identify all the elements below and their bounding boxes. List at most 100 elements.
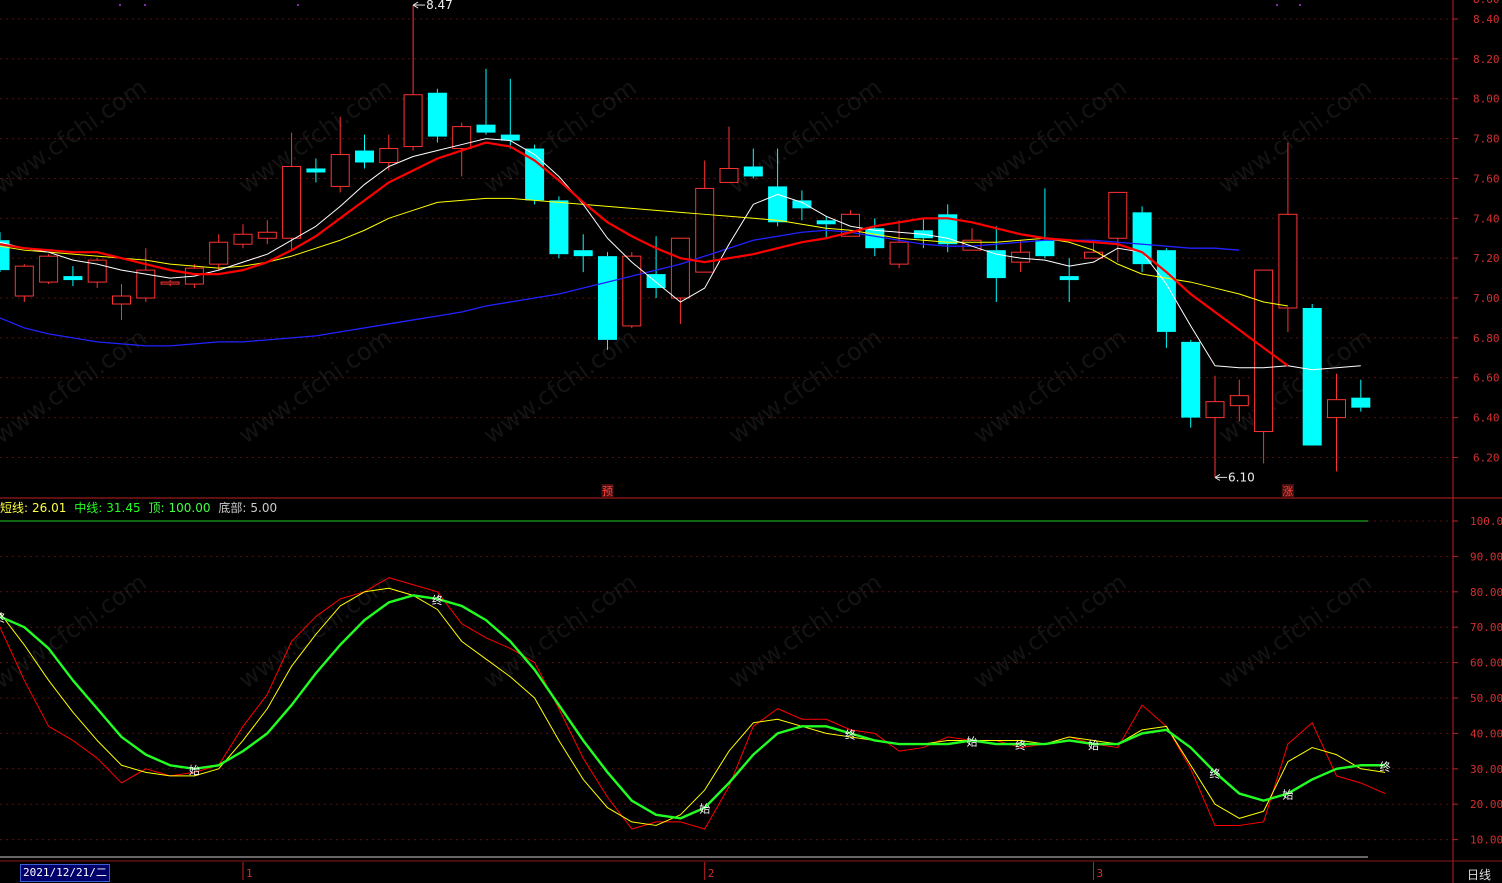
candle-body[interactable] — [573, 250, 593, 257]
price-tick-label: 8.40 — [1473, 13, 1500, 26]
candle-body[interactable] — [1278, 213, 1298, 309]
indicator-signal-marker: 始 — [1088, 738, 1099, 752]
short-line-label: 短线: — [0, 501, 29, 515]
watermark-text: www.cfchi.com — [233, 73, 396, 199]
watermark-text: www.cfchi.com — [723, 73, 886, 199]
cursor-date: 2021/12/21/二 — [20, 864, 110, 882]
indicator-tick-label: 100.00 — [1470, 515, 1502, 528]
indicator-signal-marker: 终 — [1380, 759, 1391, 773]
candle-body[interactable] — [282, 165, 302, 239]
candle-body[interactable] — [1302, 307, 1322, 446]
period-selector[interactable]: 日线 — [1467, 866, 1491, 883]
candle-body[interactable] — [452, 126, 472, 150]
indicator-tick-label: 70.00 — [1470, 621, 1502, 634]
candle-body[interactable] — [1035, 240, 1055, 257]
watermark-text: www.cfchi.com — [1213, 73, 1376, 199]
candle-body[interactable] — [476, 124, 496, 133]
candle-body[interactable] — [403, 94, 423, 148]
indicator-tick-label: 30.00 — [1470, 763, 1502, 776]
candle-body[interactable] — [1084, 251, 1103, 259]
top-value: 100.00 — [168, 501, 211, 515]
candle-body[interactable] — [743, 166, 763, 177]
watermark-text: www.cfchi.com — [478, 323, 641, 449]
candle-body[interactable] — [719, 167, 739, 183]
price-tick-label: 6.60 — [1473, 372, 1500, 385]
watermark-text: www.cfchi.com — [968, 568, 1131, 694]
candle-body[interactable] — [1108, 191, 1128, 239]
candle-body[interactable] — [622, 255, 642, 327]
top-label: 顶: — [148, 501, 165, 515]
candle-body[interactable] — [1181, 341, 1201, 418]
watermark-text: www.cfchi.com — [0, 73, 152, 199]
stock-chart[interactable]: www.cfchi.com www.cfchi.com www.cfchi.com w… — [0, 0, 1502, 883]
candle-body[interactable] — [112, 295, 131, 305]
indicator-signal-marker: 终 — [1015, 738, 1026, 752]
indicator-legend: 短线: 26.01 中线: 31.45 顶: 100.00 底部: 5.00 — [0, 499, 281, 517]
price-tick-label: 7.20 — [1473, 252, 1500, 265]
signal-marker: 预 — [602, 485, 613, 498]
price-tick-label-partial: 8.60 — [1473, 0, 1500, 6]
mid-line-label: 中线: — [74, 501, 103, 515]
candle-body[interactable] — [14, 265, 34, 297]
watermark-text: www.cfchi.com — [478, 568, 641, 694]
indicator-signal-marker: 始 — [967, 734, 978, 748]
candle-body[interactable] — [1205, 401, 1225, 419]
watermark-text: www.cfchi.com — [723, 568, 886, 694]
indicator-signal-marker: 终 — [0, 611, 6, 625]
candle-body[interactable] — [209, 241, 229, 265]
candle-body[interactable] — [792, 200, 812, 209]
watermark-text: www.cfchi.com — [968, 73, 1131, 199]
indicator-signal-marker: 始 — [189, 763, 200, 777]
marker-dot — [1299, 4, 1301, 6]
candle-body[interactable] — [427, 92, 447, 137]
indicator-tick-label: 60.00 — [1470, 657, 1502, 670]
watermark-text: www.cfchi.com — [233, 323, 396, 449]
candle-body[interactable] — [257, 231, 277, 239]
candle-body[interactable] — [306, 168, 326, 173]
price-tick-label: 6.80 — [1473, 332, 1500, 345]
candle-body[interactable] — [816, 220, 836, 225]
candle-body[interactable] — [355, 150, 374, 163]
candle-body[interactable] — [1229, 395, 1249, 407]
marker-dot — [119, 4, 121, 6]
candle-body[interactable] — [1351, 397, 1371, 408]
candle-body[interactable] — [768, 186, 788, 223]
indicator-tick-label: 80.00 — [1470, 586, 1502, 599]
candle-body[interactable] — [1059, 276, 1079, 281]
candle-body[interactable] — [160, 281, 180, 285]
candle-body[interactable] — [1156, 250, 1176, 332]
candle-body[interactable] — [695, 187, 715, 273]
candle-body[interactable] — [39, 255, 59, 283]
indicator-signal-marker: 终 — [432, 593, 443, 607]
candle-body[interactable] — [1327, 399, 1346, 419]
candle-body[interactable] — [233, 233, 253, 245]
candle-body[interactable] — [330, 154, 350, 187]
candle-body[interactable] — [670, 237, 690, 299]
watermark-text: www.cfchi.com — [0, 568, 152, 694]
indicator-signal-marker: 终 — [1210, 766, 1221, 780]
candle-body[interactable] — [889, 241, 909, 265]
mid-line-green — [0, 594, 1386, 820]
price-tick-label: 7.80 — [1473, 133, 1500, 146]
price-tick-label: 7.60 — [1473, 172, 1500, 185]
candle-body[interactable] — [63, 276, 83, 281]
price-tick-label: 6.40 — [1473, 412, 1500, 425]
marker-dot — [1276, 4, 1278, 6]
short-line-red — [0, 577, 1386, 830]
watermark-text: www.cfchi.com — [1213, 323, 1376, 449]
price-tick-label: 7.00 — [1473, 292, 1500, 305]
candle-body[interactable] — [379, 148, 399, 163]
indicator-signal-marker: 始 — [1282, 788, 1293, 802]
watermark-text: www.cfchi.com — [723, 323, 886, 449]
watermark-text: www.cfchi.com — [968, 323, 1131, 449]
short-line-value: 26.01 — [32, 501, 67, 515]
watermark-text: www.cfchi.com — [1213, 568, 1376, 694]
indicator-tick-label: 40.00 — [1470, 727, 1502, 740]
candle-body[interactable] — [598, 256, 617, 340]
candle-body[interactable] — [1254, 269, 1274, 433]
extreme-label: 6.10 — [1228, 470, 1255, 484]
extreme-label: 8.47 — [426, 0, 453, 12]
marker-dot — [144, 4, 146, 6]
price-tick-label: 6.20 — [1473, 451, 1500, 464]
candle-body[interactable] — [549, 200, 569, 255]
